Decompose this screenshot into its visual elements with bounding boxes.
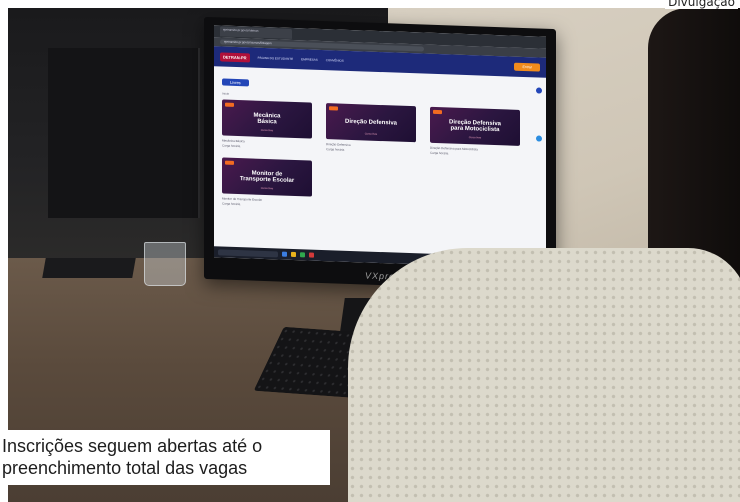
nav-link-agreements[interactable]: CONVÊNIOS bbox=[326, 58, 344, 63]
photo-credit: Divulgação bbox=[665, 0, 738, 9]
course-title-2: para Motociclista bbox=[450, 125, 500, 134]
course-card[interactable]: Direção Defensiva Curso livre Direção De… bbox=[326, 103, 416, 154]
photo-caption: Inscrições seguem abertas até o preenchi… bbox=[0, 430, 330, 485]
folder-icon[interactable] bbox=[291, 251, 296, 258]
course-subtitle: Curso livre bbox=[260, 128, 274, 133]
course-card[interactable]: Mecânica Básica Curso livre Mecânica Bási… bbox=[222, 99, 312, 150]
nav-link-companies[interactable]: EMPRESAS bbox=[301, 57, 318, 62]
course-title: Direção Defensiva bbox=[344, 118, 398, 127]
taskbar-search[interactable] bbox=[218, 248, 278, 257]
edge-icon[interactable] bbox=[282, 251, 287, 257]
course-badge bbox=[329, 106, 338, 111]
shelf bbox=[48, 48, 200, 218]
water-glass bbox=[144, 242, 186, 286]
chrome-icon[interactable] bbox=[300, 252, 305, 258]
course-card[interactable]: Monitor de Transporte Escolar Curso livre… bbox=[222, 157, 312, 208]
section-tab[interactable]: Livres bbox=[222, 78, 249, 87]
course-title-2: Básica bbox=[257, 118, 277, 126]
course-meta: Carga horária bbox=[430, 150, 449, 155]
course-banner[interactable]: Direção Defensiva Curso livre bbox=[326, 103, 416, 143]
photo: ejetransito.pr.gov.br/detran ejetransito… bbox=[8, 8, 740, 502]
course-badge bbox=[433, 109, 442, 115]
course-list: Livres Início Mecânica Básica Curso livre… bbox=[214, 66, 546, 221]
caption-line-2: preenchimento total das vagas bbox=[2, 458, 248, 478]
course-banner[interactable]: Monitor de Transporte Escolar Curso livre bbox=[222, 157, 312, 197]
course-badge bbox=[225, 102, 234, 107]
background-keyboard bbox=[42, 258, 136, 278]
course-meta: Carga horária bbox=[222, 142, 241, 148]
chat-icon[interactable] bbox=[536, 135, 542, 142]
course-banner[interactable]: Mecânica Básica Curso livre bbox=[222, 99, 312, 139]
course-meta: Carga horária bbox=[326, 146, 345, 152]
site-logo[interactable]: DETRAN-PR bbox=[220, 51, 250, 62]
menu-icon[interactable] bbox=[536, 87, 542, 94]
screen: ejetransito.pr.gov.br/detran ejetransito… bbox=[214, 25, 546, 269]
course-subtitle: Curso livre bbox=[364, 132, 378, 136]
app-icon[interactable] bbox=[309, 252, 314, 258]
course-subtitle: Curso livre bbox=[468, 136, 482, 140]
person-sweater bbox=[348, 248, 740, 502]
caption-line-1: Inscrições seguem abertas até o bbox=[2, 436, 263, 456]
course-card[interactable]: Direção Defensiva para Motociclista Curso… bbox=[430, 106, 520, 158]
course-title-2: Transporte Escolar bbox=[239, 176, 295, 185]
nav-link-student[interactable]: PÁGINA DO ESTUDANTE bbox=[258, 56, 294, 61]
course-meta: Carga horária bbox=[222, 200, 241, 206]
course-subtitle: Curso livre bbox=[260, 186, 274, 191]
course-badge bbox=[225, 160, 234, 165]
course-banner[interactable]: Direção Defensiva para Motociclista Curso… bbox=[430, 106, 520, 146]
login-button[interactable]: Entrar bbox=[514, 62, 540, 72]
